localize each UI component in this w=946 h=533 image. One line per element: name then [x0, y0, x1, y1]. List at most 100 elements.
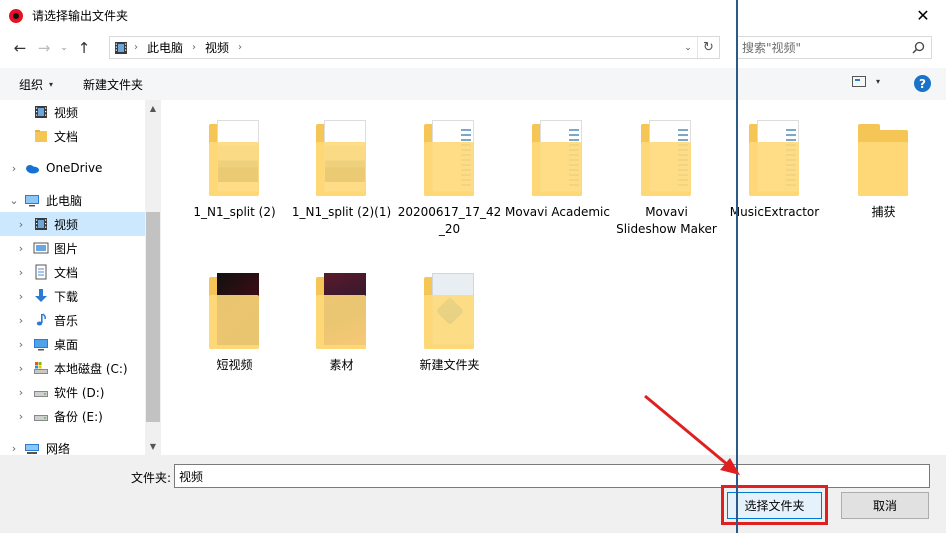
view-icon [852, 76, 866, 87]
folder-icon [735, 112, 815, 202]
folder-icon [195, 265, 275, 355]
expand-chevron-icon[interactable]: › [16, 218, 26, 231]
network-icon [25, 444, 39, 454]
navigation-bar: ← → ⌄ ↑ › 此电脑 › 视频 › ⌄ ↻ 搜索"视频" [0, 31, 946, 65]
expand-chevron-icon[interactable]: › [16, 314, 26, 327]
folder-icon [35, 130, 47, 142]
download-icon [35, 289, 47, 302]
sidebar-item[interactable]: › 视频 [0, 212, 145, 236]
cancel-button[interactable]: 取消 [841, 492, 929, 519]
change-view-button[interactable]: ▾ [852, 76, 880, 87]
select-folder-button[interactable]: 选择文件夹 [727, 491, 822, 519]
breadcrumb-this-pc[interactable]: 此电脑 [147, 39, 183, 56]
expand-chevron-icon[interactable]: › [16, 386, 26, 399]
folder-icon [410, 112, 490, 202]
folder-item[interactable]: 20200617_17_42_20 [397, 112, 502, 238]
folder-field-label: 文件夹: [131, 471, 172, 485]
sidebar-item-label: 视频 [54, 105, 79, 120]
back-arrow-icon[interactable]: ← [8, 36, 32, 60]
drive-icon [34, 391, 48, 397]
sidebar-item-label: OneDrive [46, 161, 103, 175]
sidebar-item[interactable]: › 软件 (D:) [0, 380, 145, 404]
sidebar-item-label: 网络 [46, 441, 71, 456]
sidebar-item[interactable]: › 音乐 [0, 308, 145, 332]
new-folder-button[interactable]: 新建文件夹 [83, 76, 143, 93]
folder-icon [518, 112, 598, 202]
address-dropdown-chevron-icon[interactable]: ⌄ [679, 37, 697, 58]
search-icon[interactable] [912, 41, 925, 54]
sidebar-item-label: 视频 [54, 217, 79, 232]
organize-label: 组织 [19, 77, 44, 92]
scroll-up-arrow-icon[interactable]: ▲ [145, 100, 161, 117]
expand-chevron-icon[interactable]: › [9, 442, 19, 455]
sidebar-item-label: 文档 [54, 129, 79, 144]
expand-chevron-icon[interactable]: ⌄ [9, 194, 19, 207]
expand-chevron-icon[interactable]: › [16, 242, 26, 255]
app-record-icon [9, 8, 23, 23]
sidebar-scrollbar[interactable]: ▲ ▼ [145, 100, 161, 455]
expand-chevron-icon[interactable]: › [16, 362, 26, 375]
sidebar-item[interactable]: › 备份 (E:) [0, 404, 145, 428]
sidebar-item[interactable]: › 文档 [0, 260, 145, 284]
folder-icon [195, 112, 275, 202]
folder-item[interactable]: 1_N1_split (2)(1) [289, 112, 394, 221]
folder-item[interactable]: 1_N1_split (2) [182, 112, 287, 221]
folder-label: 新建文件夹 [419, 358, 480, 372]
folder-label: Movavi Slideshow Maker [616, 205, 717, 236]
system-drive-icon [34, 362, 48, 374]
sidebar-item[interactable]: › 网络 [0, 436, 145, 456]
up-arrow-icon[interactable]: ↑ [72, 36, 96, 60]
folder-item[interactable]: 新建文件夹 [397, 265, 502, 374]
sidebar-item[interactable]: › 桌面 [0, 332, 145, 356]
folder-icon [844, 112, 924, 202]
video-folder-icon [35, 218, 47, 230]
breadcrumb-separator[interactable]: › [134, 42, 138, 53]
folder-item[interactable]: 短视频 [182, 265, 287, 374]
breadcrumb-separator[interactable]: › [238, 42, 242, 53]
desktop-icon [34, 339, 48, 351]
sidebar-item[interactable]: › 下载 [0, 284, 145, 308]
title-bar: 请选择输出文件夹 ✕ [0, 0, 946, 31]
sidebar-item[interactable]: › 图片 [0, 236, 145, 260]
documents-icon [35, 264, 47, 280]
video-folder-icon [35, 106, 47, 118]
expand-chevron-icon[interactable]: › [9, 162, 19, 175]
folder-icon [627, 112, 707, 202]
folder-item[interactable]: 素材 [289, 265, 394, 374]
breadcrumb-separator[interactable]: › [192, 42, 196, 53]
sidebar-item[interactable]: 视频 [0, 100, 145, 124]
folder-icon [302, 265, 382, 355]
folder-item[interactable]: Movavi Slideshow Maker [614, 112, 719, 238]
folder-item[interactable]: Movavi Academic [505, 112, 610, 221]
folder-label: 20200617_17_42_20 [397, 205, 502, 236]
folder-label: 捕获 [871, 205, 896, 219]
address-bar[interactable]: › 此电脑 › 视频 › ⌄ ↻ [109, 36, 720, 59]
sidebar-item[interactable]: ⌄ 此电脑 [0, 188, 145, 212]
sidebar-item-label: 软件 (D:) [54, 385, 105, 400]
sidebar-item[interactable]: › OneDrive [0, 156, 145, 180]
sidebar-item[interactable]: › 本地磁盘 (C:) [0, 356, 145, 380]
expand-chevron-icon[interactable]: › [16, 266, 26, 279]
sidebar-item-label: 此电脑 [46, 193, 83, 208]
expand-chevron-icon[interactable]: › [16, 338, 26, 351]
scroll-down-arrow-icon[interactable]: ▼ [145, 438, 161, 455]
navigation-pane[interactable]: 视频 文档 › OneDrive ⌄ 此电脑 › 视频 › 图片 › 文档 › 下载 › 音乐 › 桌面 › 本地磁盘… [0, 100, 161, 455]
breadcrumb-videos[interactable]: 视频 [205, 39, 229, 56]
forward-arrow-icon[interactable]: → [32, 36, 56, 60]
sidebar-item[interactable]: 文档 [0, 124, 145, 148]
refresh-icon[interactable]: ↻ [697, 37, 719, 58]
onedrive-icon [26, 165, 39, 174]
close-button[interactable]: ✕ [900, 0, 946, 31]
search-input[interactable]: 搜索"视频" [736, 36, 932, 59]
dialog-footer: 文件夹: 视频 选择文件夹 取消 [0, 455, 946, 533]
caret-down-icon: ▾ [49, 79, 54, 89]
expand-chevron-icon[interactable]: › [16, 410, 26, 423]
folder-view[interactable]: 1_N1_split (2) 1_N1_split (2)(1) 20200617_… [161, 100, 946, 455]
organize-menu-button[interactable]: 组织 ▾ [19, 76, 53, 93]
sidebar-item-label: 备份 (E:) [54, 409, 103, 424]
help-icon[interactable]: ? [914, 75, 931, 92]
expand-chevron-icon[interactable]: › [16, 290, 26, 303]
folder-item[interactable]: 捕获 [831, 112, 936, 221]
scroll-thumb[interactable] [146, 212, 160, 422]
recent-locations-chevron-icon[interactable]: ⌄ [56, 36, 72, 60]
